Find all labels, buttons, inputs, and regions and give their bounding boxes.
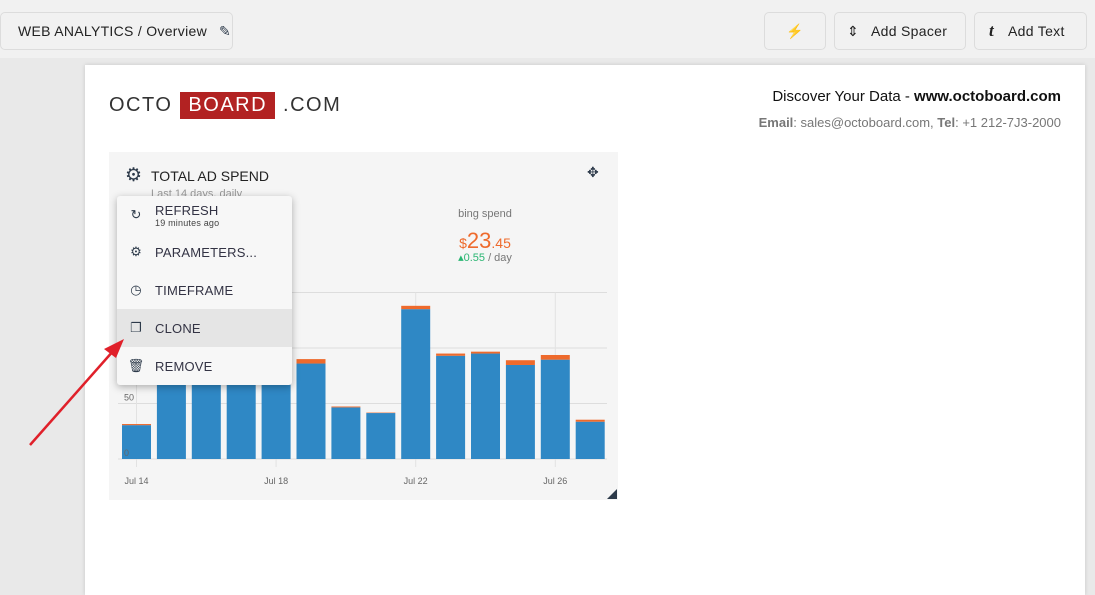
bing-bar-segment — [506, 360, 535, 365]
bing-bar-segment — [541, 355, 570, 360]
bing-bar-segment — [436, 354, 465, 356]
bar-segment — [471, 354, 500, 459]
resize-handle[interactable] — [607, 489, 617, 499]
refresh-icon: ↻ — [117, 207, 155, 223]
bar-segment — [506, 365, 535, 459]
menu-item-refresh[interactable]: ↻REFRESH19 minutes ago — [117, 196, 292, 234]
bar-segment — [541, 360, 570, 459]
y-tick-label: 0 — [124, 448, 129, 458]
bing-bar-segment — [122, 424, 151, 425]
menu-item-parameters[interactable]: ⚙PARAMETERS... — [117, 233, 292, 271]
bing-bar-segment — [401, 306, 430, 309]
x-tick-label: Jul 18 — [264, 476, 288, 486]
x-tick-label: Jul 22 — [404, 476, 428, 486]
bing-bar-segment — [331, 406, 360, 407]
copy-icon: ❐ — [117, 320, 155, 336]
trash-icon: 🗑 — [117, 358, 155, 374]
clone-label: CLONE — [155, 321, 201, 336]
bar-segment — [366, 413, 395, 459]
bing-bar-segment — [471, 352, 500, 354]
widget-context-menu: ↻REFRESH19 minutes ago ⚙PARAMETERS... ◷T… — [117, 196, 292, 385]
menu-item-timeframe[interactable]: ◷TIMEFRAME — [117, 271, 292, 309]
remove-label: REMOVE — [155, 359, 213, 374]
gear-icon: ⚙ — [117, 244, 155, 260]
bar-segment — [331, 407, 360, 459]
x-tick-label: Jul 26 — [543, 476, 567, 486]
bar-segment — [297, 364, 326, 459]
refresh-label: REFRESH — [155, 203, 219, 218]
bing-bar-segment — [297, 359, 326, 363]
bar-segment — [576, 422, 605, 459]
y-tick-label: 50 — [124, 393, 134, 403]
bar-segment — [401, 309, 430, 459]
clock-icon: ◷ — [117, 282, 155, 298]
bing-bar-segment — [576, 420, 605, 422]
menu-item-clone[interactable]: ❐CLONE — [117, 309, 292, 347]
menu-item-remove[interactable]: 🗑REMOVE — [117, 347, 292, 385]
parameters-label: PARAMETERS... — [155, 245, 257, 260]
x-tick-label: Jul 14 — [124, 476, 148, 486]
timeframe-label: TIMEFRAME — [155, 283, 233, 298]
refresh-time: 19 minutes ago — [155, 218, 219, 228]
bar-segment — [436, 356, 465, 459]
